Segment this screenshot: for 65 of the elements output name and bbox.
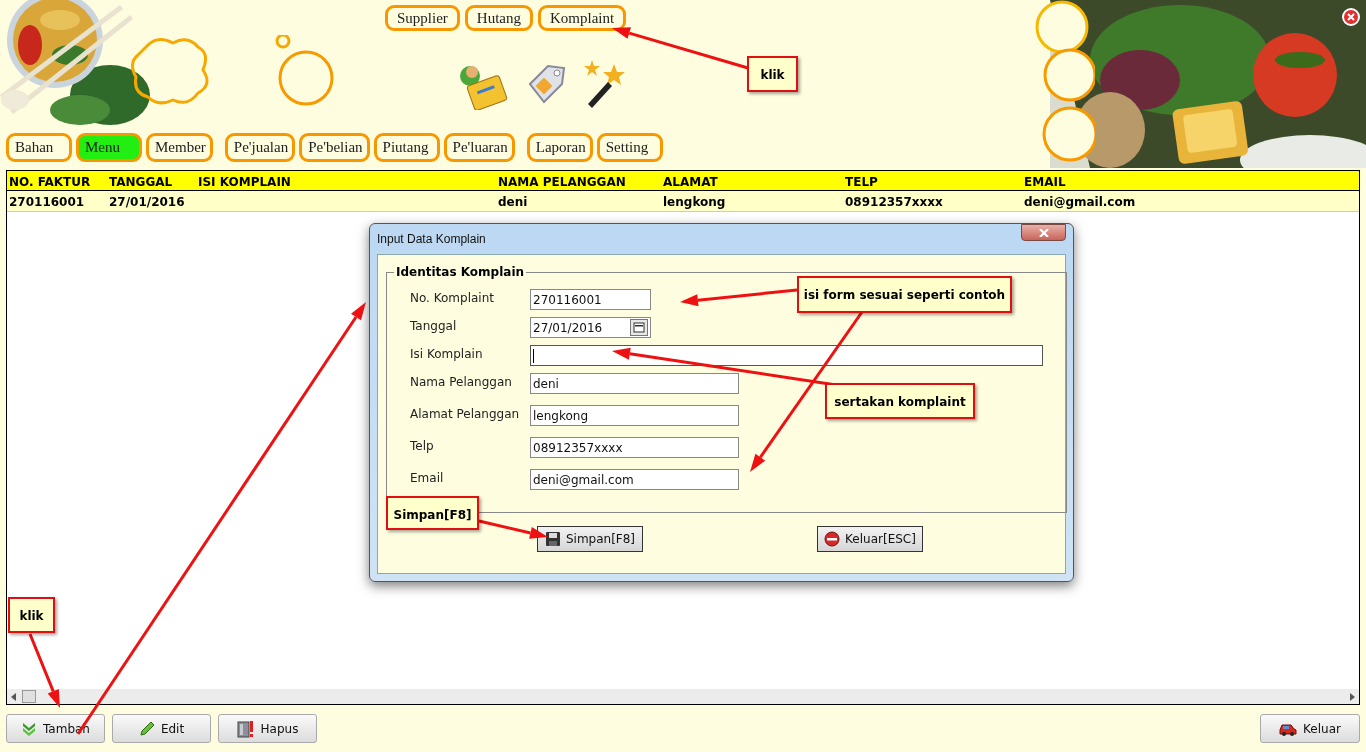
field-label: Alamat Pelanggan (410, 406, 521, 423)
scrollbar-thumb[interactable] (22, 690, 36, 703)
nav-tab[interactable]: Pe'jualan (224, 133, 296, 162)
stop-icon (824, 531, 841, 547)
top-menu-tab[interactable]: Hutang (464, 5, 533, 31)
dialog-button[interactable]: Simpan[F8] (537, 526, 643, 552)
close-icon (1347, 13, 1355, 21)
field-label: Telp (410, 438, 435, 455)
table-cell: lengkong (663, 195, 726, 209)
nav-tab[interactable]: Piutang (373, 133, 440, 162)
nav-tab[interactable]: Laporan (526, 133, 593, 162)
column-header: TELP (845, 174, 878, 189)
column-header: NAMA PELANGGAN (498, 174, 626, 189)
field-label: Nama Pelanggan (410, 374, 513, 391)
close-icon (1038, 228, 1049, 237)
table-cell: 270116001 (9, 195, 85, 209)
callout: sertakan komplaint (825, 383, 975, 419)
arrow (478, 519, 548, 539)
column-header: EMAIL (1024, 174, 1066, 189)
table-cell: 27/01/2016 (109, 195, 185, 209)
left-arrow-icon (11, 692, 16, 701)
table-cell: deni (498, 195, 528, 209)
nav-tab[interactable]: Setting (596, 133, 663, 162)
table-cell: 08912357xxxx (845, 195, 943, 209)
dialog-button[interactable]: Keluar[ESC] (817, 526, 923, 552)
toolbar-button[interactable]: Edit (112, 714, 211, 743)
nav-tab[interactable]: Bahan (6, 133, 72, 162)
input-field[interactable]: lengkong (530, 405, 739, 426)
input-field[interactable]: 08912357xxxx (530, 437, 739, 458)
double-chevron-icon (21, 720, 37, 737)
horizontal-scrollbar[interactable] (7, 689, 1359, 704)
input-field[interactable]: 270116001 (530, 289, 651, 310)
pencil-icon (138, 720, 155, 737)
nav-tab[interactable]: Menu (76, 133, 142, 162)
column-header: NO. FAKTUR (9, 174, 91, 189)
toolbar-button[interactable]: Hapus (218, 714, 317, 743)
field-label: Email (410, 470, 445, 487)
column-header: ISI KOMPLAIN (198, 174, 291, 189)
table-cell: deni@gmail.com (1024, 195, 1136, 209)
callout: klik (8, 597, 55, 633)
dialog-title: Input Data Komplain (377, 231, 486, 248)
field-label: Tanggal (410, 318, 458, 335)
calendar-icon[interactable] (630, 319, 648, 336)
top-menu-tab[interactable]: Supplier (385, 5, 460, 31)
right-arrow-icon (1350, 692, 1355, 701)
nav-tab[interactable]: Pe'belian (299, 133, 370, 162)
input-field[interactable]: deni@gmail.com (530, 469, 739, 490)
input-field[interactable]: deni (530, 373, 739, 394)
input-field[interactable] (530, 345, 1043, 366)
nav-tab[interactable]: Pe'luaran (443, 133, 515, 162)
table-row[interactable]: 270116001 27/01/2016 deni lengkong 08912357xxxx deni@gmail.com (7, 191, 1359, 212)
close-button[interactable] (1021, 224, 1066, 241)
cabinet-icon (236, 719, 255, 738)
toolbar-button[interactable]: Keluar (1260, 714, 1360, 743)
column-header: TANGGAL (109, 174, 173, 189)
field-label: Isi Komplain (410, 346, 484, 363)
nav-tab[interactable]: Member (146, 133, 213, 162)
callout: klik (747, 56, 798, 92)
column-header: ALAMAT (663, 174, 718, 189)
group-title: Identitas Komplain (395, 264, 526, 281)
top-menu-tab[interactable]: Komplaint (538, 5, 627, 31)
field-label: No. Komplaint (410, 290, 495, 307)
date-field[interactable]: 27/01/2016 (530, 317, 651, 338)
callout: Simpan[F8] (386, 496, 479, 530)
callout: isi form sesuai seperti contoh (797, 276, 1012, 313)
